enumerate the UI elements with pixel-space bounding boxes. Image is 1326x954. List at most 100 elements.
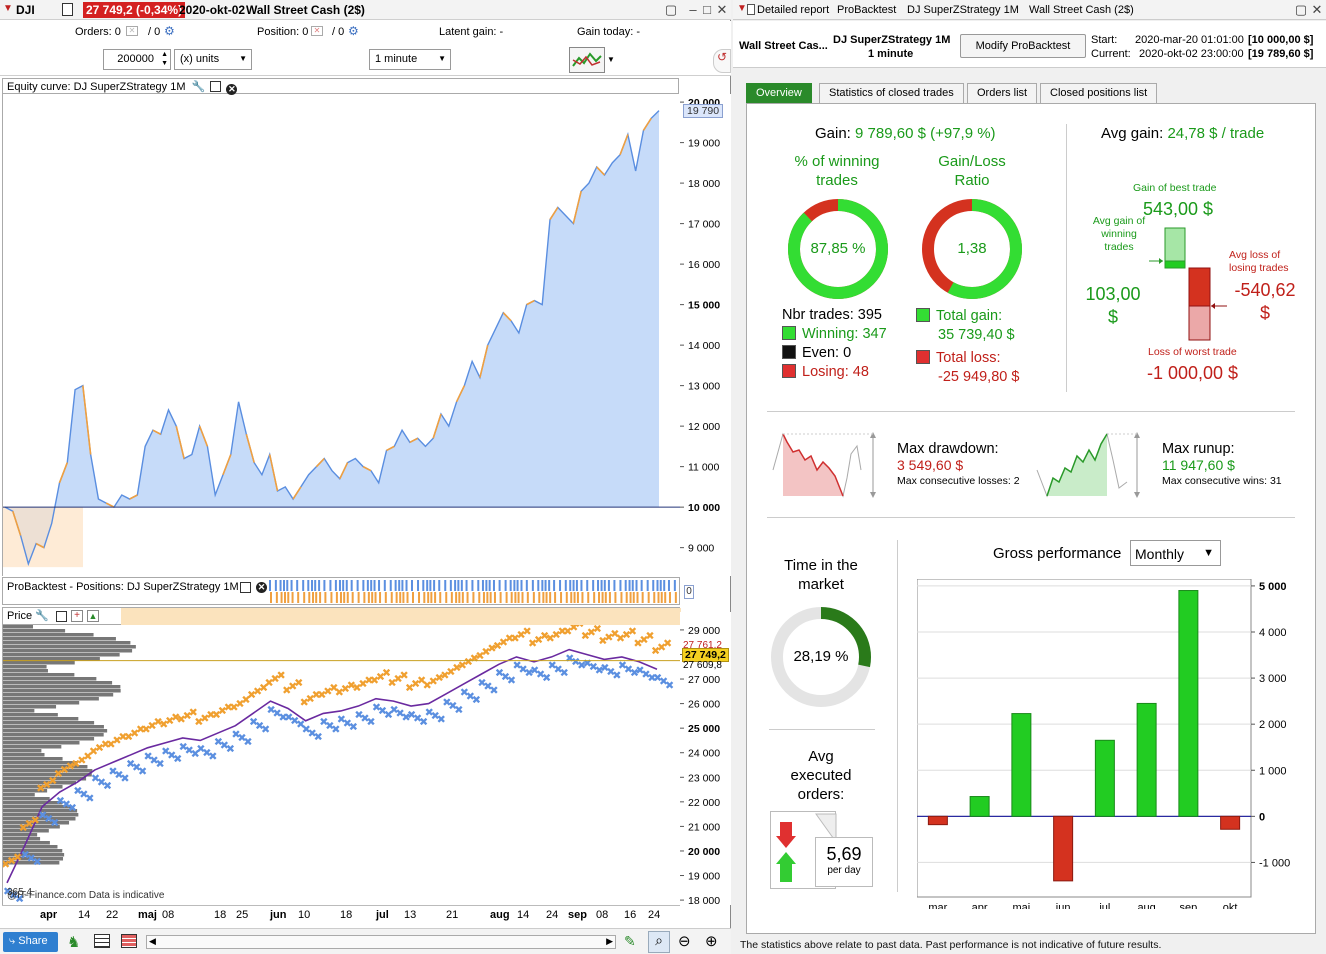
divider (769, 729, 875, 730)
volume-profile-bar (3, 633, 94, 637)
position-mark (324, 592, 327, 603)
position-mark (548, 580, 551, 591)
window-icon[interactable] (240, 582, 251, 593)
position-mark (559, 580, 562, 591)
total-gain-swatch (916, 308, 930, 322)
title-tab-report[interactable]: Detailed report (757, 4, 829, 16)
scroll-left-icon[interactable]: ◀ (149, 936, 156, 947)
zoom-out-icon[interactable]: ⊖ (678, 932, 691, 950)
buy-marker: ✖ (68, 802, 77, 815)
tab-statistics[interactable]: Statistics of closed trades (819, 83, 964, 103)
add-indicator-icon[interactable]: + (71, 610, 83, 622)
restore-icon[interactable]: ▢ (1293, 2, 1309, 18)
position-mark (575, 580, 578, 591)
title-tab-probacktest[interactable]: ProBacktest (837, 4, 896, 16)
buy-marker: ✖ (156, 757, 165, 770)
volume-profile-bar (3, 709, 35, 713)
window-icon[interactable] (56, 611, 67, 622)
position-mark (581, 592, 584, 603)
equity-y-tick-label: 11 000 (688, 462, 719, 474)
position-mark (580, 580, 583, 591)
window-icon[interactable] (210, 81, 222, 92)
restore-icon[interactable]: ▢ (663, 2, 679, 18)
zoom-in-icon[interactable]: ⊕ (705, 932, 718, 950)
x-tick-label: maj (1013, 902, 1031, 909)
tab-overview[interactable]: Overview (746, 83, 812, 103)
add-strategy-icon[interactable]: ▲ (87, 610, 99, 622)
position-close-icon[interactable]: ✕ (311, 26, 323, 36)
even-swatch (782, 345, 796, 359)
orders-cancel-icon[interactable]: ✕ (126, 26, 138, 36)
tab-closed-positions[interactable]: Closed positions list (1040, 83, 1158, 103)
position-mark (514, 592, 517, 603)
orders-strip (121, 608, 681, 625)
position-mark (457, 580, 460, 591)
side-scroll-icon[interactable]: ↺ (713, 49, 731, 73)
price-chart[interactable]: ✖ ✖ ✖ ✖ ✖ ✖ ✖ ✖ ✖ ✖ ✖ ✖ ✖ ✖ ✖ ✖ ✖ ✖ ✖ ✖ ✖ ✖ ✖ ✖ ✖ ✖ ✖ ✖ ✖ ✖ ✖ ✖ ✖ ✖ ✖ ✖ ✖ ✖ ✖ ✖… (1, 617, 681, 906)
position-mark (640, 580, 643, 591)
close-panel-icon[interactable]: ✕ (256, 582, 267, 593)
position-mark (477, 580, 480, 591)
position-mark (423, 592, 426, 603)
scroll-right-icon[interactable]: ▶ (606, 936, 613, 947)
units-select[interactable]: (x) units ▼ (174, 49, 252, 70)
position-extra: / 0 (332, 26, 345, 38)
symbol-label[interactable]: DJI (16, 3, 35, 17)
price-y-tick-label: 21 000 (688, 821, 720, 833)
volume-profile-bar (3, 689, 121, 693)
position-mark (516, 580, 519, 591)
position-mark (472, 592, 475, 603)
timeframe-select[interactable]: 1 minute ▼ (369, 49, 451, 70)
equity-chart[interactable] (2, 94, 681, 576)
horizontal-scrollbar[interactable]: ◀ ▶ (146, 935, 616, 949)
x-tick-label: okt (1223, 902, 1238, 909)
info-row: Orders: 0 ✕ / 0 ⚙ Position: 0 ✕ / 0 ⚙ La… (0, 21, 731, 43)
position-mark (513, 580, 516, 591)
gain-value: 9 789,60 $ (+97,9 %) (855, 125, 996, 142)
document-icon[interactable] (62, 3, 73, 16)
close-icon[interactable]: ✕ (714, 2, 730, 18)
report-chevron-icon[interactable]: ▼ (737, 3, 747, 14)
strategy-icon[interactable]: ♞ (67, 933, 80, 951)
stepper-arrows-icon[interactable]: ▲ ▼ (161, 50, 168, 68)
current-capital: [19 789,60 $] (1248, 48, 1314, 60)
bar-maj (1011, 713, 1032, 817)
position-mark (426, 580, 429, 591)
position-mark (401, 580, 404, 591)
buy-marker: ✖ (103, 780, 112, 793)
equity-y-axis-svg: 20 00019 00018 00017 00016 00015 00014 0… (680, 97, 720, 555)
volume-profile-bar (3, 745, 62, 749)
position-mark (628, 580, 631, 591)
title-tab-strategy[interactable]: DJ SuperZStrategy 1M (907, 4, 1019, 16)
position-mark (492, 580, 495, 591)
draw-tools-icon[interactable]: ✎ (624, 933, 636, 950)
avg-gain-label: Avg gain: (1101, 125, 1164, 142)
maximize-icon[interactable]: □ (699, 2, 715, 17)
modify-probacktest-button[interactable]: Modify ProBacktest (960, 34, 1086, 58)
share-button[interactable]: ⤷ Share (3, 932, 58, 952)
avg-win-label-3: trades (1104, 241, 1134, 253)
strategy-chart-button[interactable] (569, 47, 605, 73)
buy-marker: ✖ (665, 679, 674, 692)
y-tick-label: 1 000 (1259, 765, 1287, 777)
chevron-down-icon[interactable]: ▼ (607, 55, 615, 64)
quantity-stepper[interactable]: 200000 ▲ ▼ (103, 49, 171, 70)
tab-orders-list[interactable]: Orders list (967, 83, 1038, 103)
position-mark (608, 592, 611, 603)
orders-settings-icon[interactable]: ⚙ (164, 24, 175, 38)
time-axis-label: jun (270, 909, 287, 921)
position-settings-icon[interactable]: ⚙ (348, 24, 359, 38)
position-mark (367, 592, 370, 603)
title-tab-instrument[interactable]: Wall Street Cash (2$) (1029, 4, 1134, 16)
wrench-icon[interactable]: 🔧 (192, 81, 206, 93)
period-select[interactable]: Monthly ▼ (1130, 540, 1221, 566)
close-icon[interactable]: ✕ (1309, 2, 1325, 18)
position-mark (481, 580, 484, 591)
wrench-icon[interactable]: 🔧 (35, 609, 49, 622)
volume-profile-bar (3, 837, 41, 841)
indicators-icon[interactable] (121, 934, 137, 948)
sell-marker: ✖ (522, 625, 531, 638)
symbol-chevron-icon[interactable]: ▼ (3, 3, 13, 14)
zoom-select-icon[interactable]: ⌕ (648, 931, 670, 953)
table-icon[interactable] (94, 934, 110, 948)
